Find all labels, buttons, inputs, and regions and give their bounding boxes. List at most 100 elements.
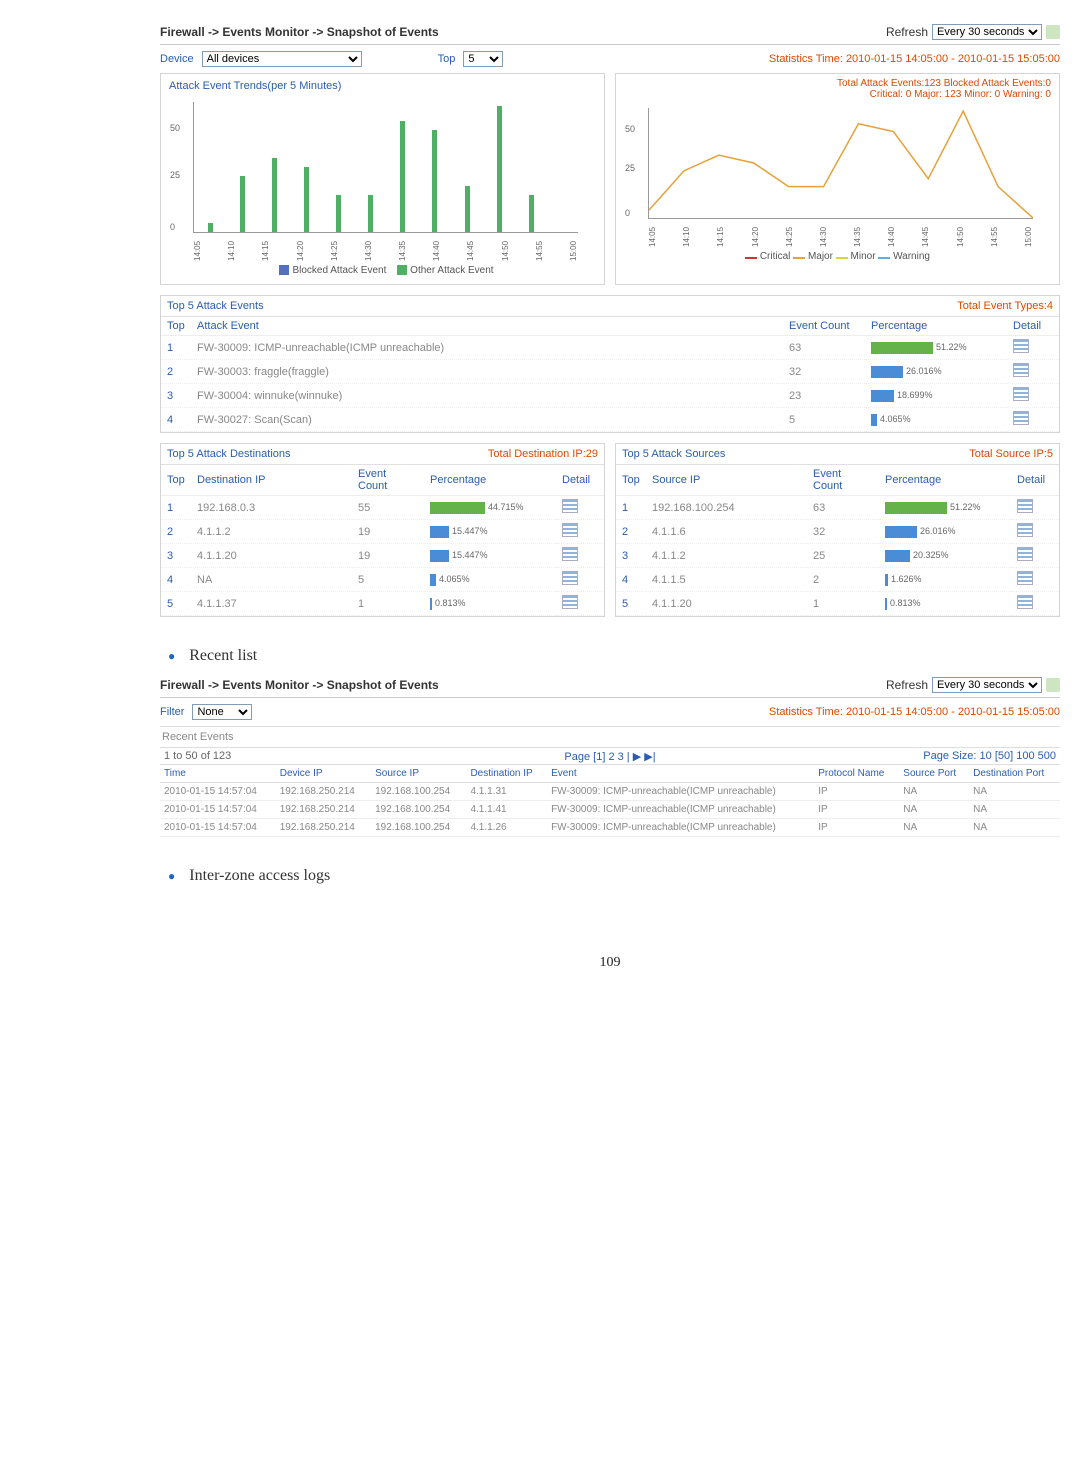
bar-group <box>298 167 310 232</box>
bullet-icon: ● <box>168 649 175 663</box>
total-event-types: Total Event Types:4 <box>957 300 1053 312</box>
recent-events-label: Recent Events <box>160 727 1060 748</box>
table-row: 3FW-30004: winnuke(winnuke)2318.699% <box>161 384 1059 408</box>
th-src-ip: Source IP <box>646 465 807 496</box>
chart-severity: Total Attack Events:123 Blocked Attack E… <box>615 73 1060 285</box>
x-tick: 14:15 <box>716 223 725 247</box>
recent-list-heading: Recent list <box>189 647 257 664</box>
detail-icon[interactable] <box>562 499 578 513</box>
detail-icon[interactable] <box>1013 363 1029 377</box>
top5-src-panel: Top 5 Attack Sources Total Source IP:5 T… <box>615 443 1060 617</box>
refresh-icon[interactable] <box>1046 25 1060 39</box>
bar-group <box>202 223 214 232</box>
table-row: 1FW-30009: ICMP-unreachable(ICMP unreach… <box>161 336 1059 360</box>
x-tick: 14:10 <box>682 223 691 247</box>
bar-group <box>330 195 342 232</box>
chart-trends: Attack Event Trends(per 5 Minutes) 0 25 … <box>160 73 605 285</box>
stats-time: Statistics Time: 2010-01-15 14:05:00 - 2… <box>769 53 1060 65</box>
legend-major: Major <box>808 251 833 262</box>
th-attack-event: Attack Event <box>191 317 783 336</box>
bullet-icon: ● <box>168 869 175 883</box>
detail-icon[interactable] <box>562 571 578 585</box>
x-tick: 14:55 <box>535 237 544 261</box>
table-row: 2FW-30003: fraggle(fraggle)3226.016% <box>161 360 1059 384</box>
pager[interactable]: Page [1] 2 3 | ▶ ▶| <box>160 750 1060 763</box>
refresh-label: Refresh <box>886 25 928 39</box>
detail-icon[interactable] <box>1013 339 1029 353</box>
table-row: 4NA54.065% <box>161 568 604 592</box>
th-device-ip[interactable]: Device IP <box>276 765 371 783</box>
top5-events-title: Top 5 Attack Events <box>167 300 264 312</box>
top-label[interactable]: Top <box>438 53 456 65</box>
legend-critical: Critical <box>760 251 791 262</box>
detail-icon[interactable] <box>1013 387 1029 401</box>
page-number: 109 <box>160 955 1060 971</box>
x-tick: 14:45 <box>921 223 930 247</box>
chart-title: Attack Event Trends(per 5 Minutes) <box>165 78 600 94</box>
table-row: 24.1.1.21915.447% <box>161 520 604 544</box>
refresh-select-2[interactable]: Every 30 seconds <box>932 677 1042 693</box>
table-row: 1192.168.0.35544.715% <box>161 496 604 520</box>
detail-icon[interactable] <box>1017 595 1033 609</box>
table-row: 54.1.1.3710.813% <box>161 592 604 616</box>
detail-icon[interactable] <box>1017 571 1033 585</box>
top5-src-title: Top 5 Attack Sources <box>622 448 725 460</box>
interzone-heading: Inter-zone access logs <box>189 867 330 884</box>
chart-summary2: Critical: 0 Major: 123 Minor: 0 Warning:… <box>620 89 1055 100</box>
top5-dest-panel: Top 5 Attack Destinations Total Destinat… <box>160 443 605 617</box>
bar-group <box>459 186 471 232</box>
legend-blocked: Blocked Attack Event <box>292 265 386 276</box>
x-tick: 14:25 <box>785 223 794 247</box>
legend-minor: Minor <box>851 251 876 262</box>
x-tick: 14:30 <box>364 237 373 261</box>
th-event[interactable]: Event <box>547 765 814 783</box>
x-tick: 14:20 <box>296 237 305 261</box>
x-tick: 14:35 <box>398 237 407 261</box>
device-select[interactable]: All devices <box>202 51 362 67</box>
x-tick: 14:05 <box>648 223 657 247</box>
x-tick: 14:45 <box>466 237 475 261</box>
bar-group <box>362 195 374 232</box>
detail-icon[interactable] <box>1017 523 1033 537</box>
table-row: 24.1.1.63226.016% <box>616 520 1059 544</box>
th-event-count: Event Count <box>783 317 865 336</box>
device-label[interactable]: Device <box>160 53 194 65</box>
x-tick: 14:50 <box>501 237 510 261</box>
filter-select[interactable]: None <box>192 704 252 720</box>
stats-time-2: Statistics Time: 2010-01-15 14:05:00 - 2… <box>769 706 1060 718</box>
x-tick: 14:55 <box>990 223 999 247</box>
x-tick: 15:00 <box>569 237 578 261</box>
x-tick: 14:50 <box>956 223 965 247</box>
th-percentage: Percentage <box>865 317 1007 336</box>
table-row: 34.1.1.22520.325% <box>616 544 1059 568</box>
table-row: 2010-01-15 14:57:04192.168.250.214192.16… <box>160 819 1060 837</box>
breadcrumb: Firewall -> Events Monitor -> Snapshot o… <box>160 20 1060 45</box>
th-top: Top <box>161 317 191 336</box>
detail-icon[interactable] <box>562 523 578 537</box>
detail-icon[interactable] <box>1017 547 1033 561</box>
th-protocol[interactable]: Protocol Name <box>814 765 899 783</box>
bar-group <box>394 121 406 232</box>
chart-summary1: Total Attack Events:123 Blocked Attack E… <box>620 78 1055 89</box>
breadcrumb-text: Firewall -> Events Monitor -> Snapshot o… <box>160 25 439 39</box>
total-src: Total Source IP:5 <box>969 448 1053 460</box>
bar-group <box>266 158 278 232</box>
x-tick: 14:40 <box>887 223 896 247</box>
th-source-ip[interactable]: Source IP <box>371 765 466 783</box>
refresh-select[interactable]: Every 30 seconds <box>932 24 1042 40</box>
detail-icon[interactable] <box>562 547 578 561</box>
table-row: 54.1.1.2010.813% <box>616 592 1059 616</box>
bar-group <box>523 195 535 232</box>
th-dst-port[interactable]: Destination Port <box>969 765 1060 783</box>
th-time[interactable]: Time <box>160 765 276 783</box>
detail-icon[interactable] <box>1017 499 1033 513</box>
refresh-icon-2[interactable] <box>1046 678 1060 692</box>
breadcrumb-text-2: Firewall -> Events Monitor -> Snapshot o… <box>160 678 439 692</box>
detail-icon[interactable] <box>1013 411 1029 425</box>
th-src-port[interactable]: Source Port <box>899 765 969 783</box>
filter-label[interactable]: Filter <box>160 706 184 718</box>
detail-icon[interactable] <box>562 595 578 609</box>
th-destination-ip[interactable]: Destination IP <box>466 765 547 783</box>
top-select[interactable]: 5 <box>463 51 503 67</box>
x-tick: 14:40 <box>432 237 441 261</box>
